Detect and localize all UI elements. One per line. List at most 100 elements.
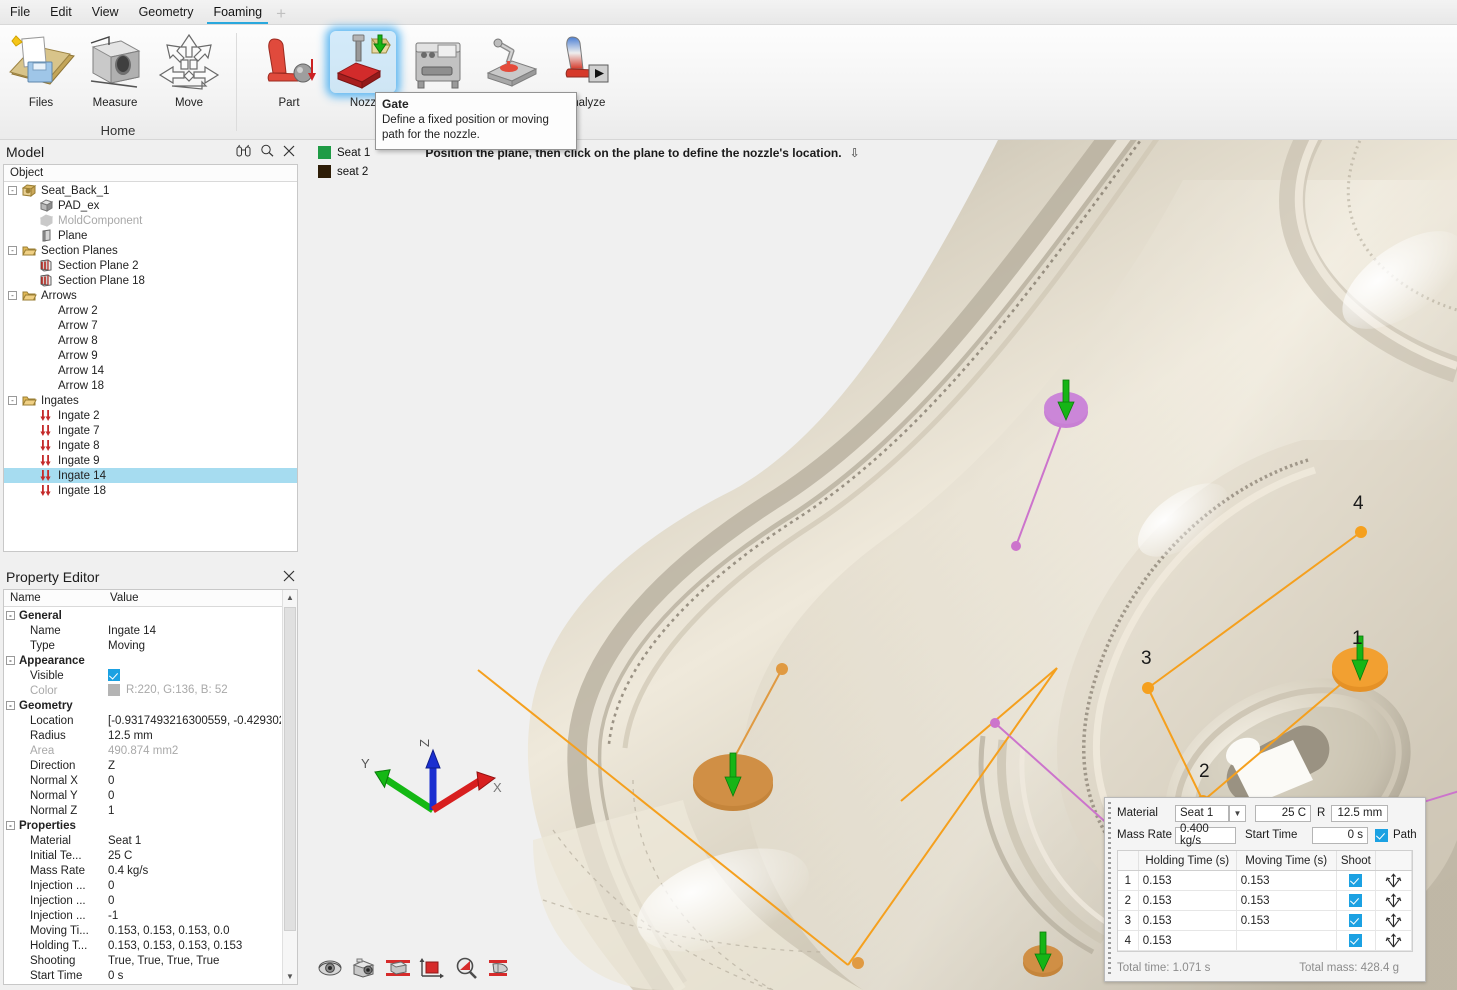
tree-expander[interactable]: - xyxy=(8,396,17,405)
menu-item-view[interactable]: View xyxy=(82,3,129,24)
scroll-up-arrow[interactable]: ▲ xyxy=(283,590,297,605)
shoot-cell[interactable] xyxy=(1337,911,1377,930)
tripod-icon[interactable] xyxy=(1376,891,1412,910)
property-group-expander[interactable]: - xyxy=(6,701,15,710)
property-value[interactable]: Moving xyxy=(104,640,281,652)
property-value[interactable]: 0.153, 0.153, 0.153, 0.0 xyxy=(104,925,281,937)
property-row[interactable]: MaterialSeat 1 xyxy=(4,833,281,848)
temperature-field[interactable]: 25 C xyxy=(1255,805,1311,822)
menu-item-edit[interactable]: Edit xyxy=(40,3,82,24)
tree-item-ingate-9[interactable]: Ingate 9 xyxy=(4,453,297,468)
tree-item-section-planes[interactable]: -Section Planes xyxy=(4,243,297,258)
property-row[interactable]: Holding T...0.153, 0.153, 0.153, 0.153 xyxy=(4,938,281,953)
tree-item-ingate-2[interactable]: Ingate 2 xyxy=(4,408,297,423)
panel-drag-grip[interactable] xyxy=(1108,802,1111,977)
tripod-icon[interactable] xyxy=(1376,871,1412,890)
property-group-expander[interactable]: - xyxy=(6,611,15,620)
table-row[interactable]: 30.1530.153 xyxy=(1118,911,1412,931)
tree-item-moldcomponent[interactable]: MoldComponent xyxy=(4,213,297,228)
shoot-cell[interactable] xyxy=(1337,931,1377,950)
tree-item-ingate-18[interactable]: Ingate 18 xyxy=(4,483,297,498)
add-tab-icon[interactable]: + xyxy=(272,5,292,24)
model-tree[interactable]: -Seat_Back_1PAD_exMoldComponentPlane-Sec… xyxy=(4,183,297,551)
search-icon[interactable] xyxy=(260,144,274,160)
property-value[interactable]: -1 xyxy=(104,910,281,922)
property-value[interactable]: 1 xyxy=(104,805,281,817)
start-time-field[interactable]: 0 s xyxy=(1312,827,1368,844)
property-row[interactable]: -Geometry xyxy=(4,698,281,713)
holding-time-cell[interactable]: 0.153 xyxy=(1139,911,1237,930)
property-value[interactable]: 25 C xyxy=(104,850,281,862)
property-value[interactable]: 0 xyxy=(104,790,281,802)
view-eye-icon[interactable] xyxy=(316,955,344,981)
property-row[interactable]: Radius12.5 mm xyxy=(4,728,281,743)
holding-time-cell[interactable]: 0.153 xyxy=(1139,871,1237,890)
tree-item-arrow-14[interactable]: Arrow 14 xyxy=(4,363,297,378)
tree-item-arrow-9[interactable]: Arrow 9 xyxy=(4,348,297,363)
moving-time-cell[interactable]: 0.153 xyxy=(1237,891,1337,910)
shoot-checkbox[interactable] xyxy=(1349,894,1362,907)
tree-expander[interactable]: - xyxy=(8,186,17,195)
property-value[interactable]: 0 s xyxy=(104,970,281,982)
property-row[interactable]: ShootingTrue, True, True, True xyxy=(4,953,281,968)
tripod-icon[interactable] xyxy=(1376,931,1412,950)
property-rows[interactable]: -GeneralNameIngate 14TypeMoving-Appearan… xyxy=(4,608,281,984)
property-row[interactable]: Start Time0 s xyxy=(4,968,281,983)
material-select[interactable]: Seat 1 ▼ xyxy=(1175,805,1229,822)
property-value[interactable]: 0.4 kg/s xyxy=(104,865,281,877)
property-row[interactable]: NameIngate 14 xyxy=(4,623,281,638)
property-value[interactable]: [-0.9317493216300559, -0.429302... xyxy=(104,715,281,727)
table-body[interactable]: 10.1530.15320.1530.15330.1530.15340.153 xyxy=(1118,871,1412,951)
ribbon-button-part[interactable]: Part xyxy=(252,25,326,129)
property-row[interactable]: Area490.874 mm2 xyxy=(4,743,281,758)
shoot-cell[interactable] xyxy=(1337,871,1377,890)
property-row[interactable]: -Appearance xyxy=(4,653,281,668)
holding-time-cell[interactable]: 0.153 xyxy=(1139,891,1237,910)
nozzle-settings-panel[interactable]: Material Seat 1 ▼ 25 C R 12.5 mm Mass Ra… xyxy=(1104,797,1426,982)
tree-item-seat-back-1[interactable]: -Seat_Back_1 xyxy=(4,183,297,198)
ribbon-button-measure[interactable]: Measure xyxy=(78,25,152,129)
holding-time-cell[interactable]: 0.153 xyxy=(1139,931,1237,950)
menu-item-file[interactable]: File xyxy=(0,3,40,24)
radius-field[interactable]: 12.5 mm xyxy=(1331,805,1388,822)
table-row[interactable]: 10.1530.153 xyxy=(1118,871,1412,891)
tree-item-ingate-14[interactable]: Ingate 14 xyxy=(4,468,297,483)
property-value[interactable]: 12.5 mm xyxy=(104,730,281,742)
property-group-expander[interactable]: - xyxy=(6,821,15,830)
tree-item-section-plane-18[interactable]: Section Plane 18 xyxy=(4,273,297,288)
property-value[interactable]: 0 xyxy=(104,895,281,907)
property-row[interactable]: TypeMoving xyxy=(4,638,281,653)
tree-item-arrow-18[interactable]: Arrow 18 xyxy=(4,378,297,393)
close-icon[interactable] xyxy=(283,144,295,160)
shot-schedule-table[interactable]: Holding Time (s) Moving Time (s) Shoot 1… xyxy=(1117,850,1413,952)
property-row[interactable]: -Properties xyxy=(4,818,281,833)
property-value[interactable]: 0.153, 0.153, 0.153, 0.153 xyxy=(104,940,281,952)
property-row[interactable]: Location[-0.9317493216300559, -0.429302.… xyxy=(4,713,281,728)
shoot-checkbox[interactable] xyxy=(1349,934,1362,947)
tree-expander[interactable]: - xyxy=(8,246,17,255)
property-row[interactable]: Normal X0 xyxy=(4,773,281,788)
property-row[interactable]: Normal Z1 xyxy=(4,803,281,818)
shoot-cell[interactable] xyxy=(1337,891,1377,910)
path-checkbox[interactable] xyxy=(1375,829,1388,842)
tree-item-ingate-7[interactable]: Ingate 7 xyxy=(4,423,297,438)
origin-icon[interactable] xyxy=(418,955,446,981)
property-value[interactable]: True, True, True, True xyxy=(104,955,281,967)
mass-rate-field[interactable]: 0.400 kg/s xyxy=(1175,827,1236,844)
tree-item-arrow-7[interactable]: Arrow 7 xyxy=(4,318,297,333)
property-value[interactable]: Z xyxy=(104,760,281,772)
ribbon-button-files[interactable]: Files xyxy=(4,25,78,129)
tree-item-ingate-8[interactable]: Ingate 8 xyxy=(4,438,297,453)
binoculars-icon[interactable] xyxy=(236,144,251,160)
property-value[interactable]: Ingate 14 xyxy=(104,625,281,637)
moving-time-cell[interactable]: 0.153 xyxy=(1237,911,1337,930)
property-row[interactable]: Normal Y0 xyxy=(4,788,281,803)
property-value[interactable]: R:220, G:136, B: 52 xyxy=(104,684,281,696)
close-icon[interactable] xyxy=(283,569,295,585)
section-icon[interactable] xyxy=(384,955,412,981)
tree-item-arrow-8[interactable]: Arrow 8 xyxy=(4,333,297,348)
clip-icon[interactable] xyxy=(486,955,514,981)
property-row[interactable]: Initial Te...25 C xyxy=(4,848,281,863)
property-row[interactable]: Injection ...-1 xyxy=(4,908,281,923)
property-scrollbar[interactable]: ▲ ▼ xyxy=(282,590,297,984)
